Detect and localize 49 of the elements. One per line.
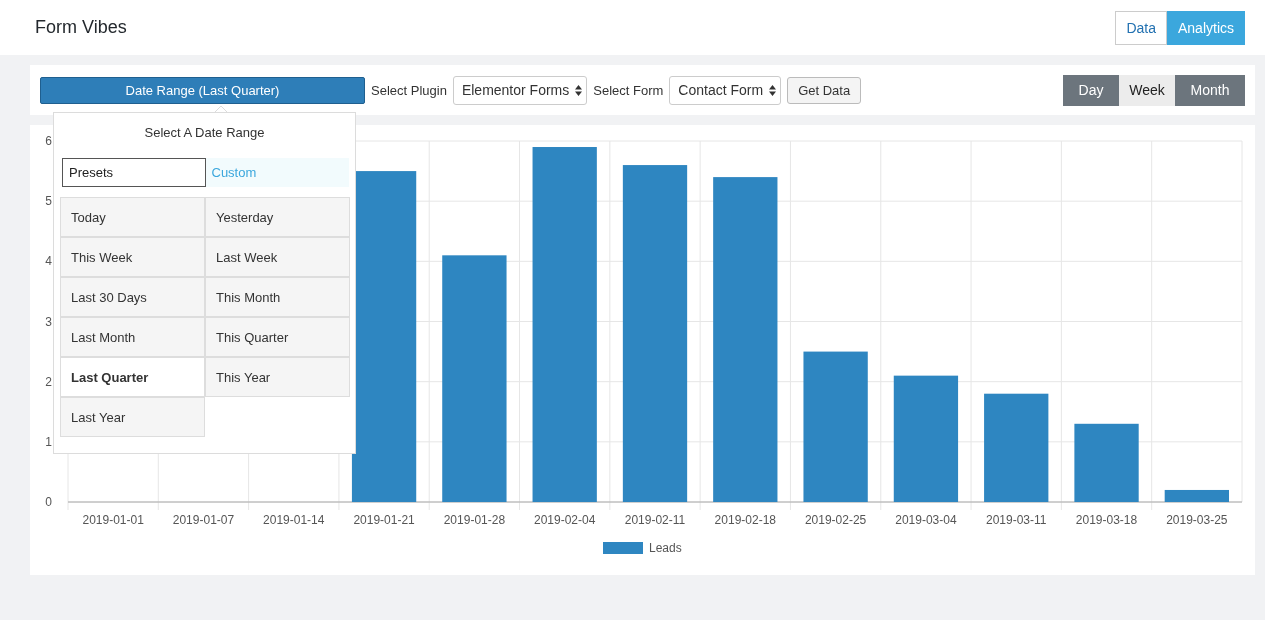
preset-option[interactable]: Yesterday [205, 197, 350, 237]
page-title: Form Vibes [35, 17, 127, 38]
preset-option[interactable]: Last Week [205, 237, 350, 277]
preset-option[interactable]: Last Year [60, 397, 205, 437]
axis-label: 2019-02-18 [714, 513, 776, 527]
axis-label: 2019-03-25 [1166, 513, 1228, 527]
legend-label: Leads [649, 541, 682, 555]
axis-label: 3 [45, 314, 52, 329]
preset-option[interactable]: Last Month [60, 317, 205, 357]
period-tab[interactable]: Week [1119, 74, 1175, 106]
get-data-button[interactable]: Get Data [787, 76, 862, 104]
popup-title: Select A Date Range [143, 125, 266, 140]
view-tab[interactable]: Data [1115, 10, 1167, 45]
preset-option[interactable]: This Week [60, 237, 205, 277]
axis-label: 2019-02-25 [804, 513, 867, 527]
axis-label: 2019-01-01 [82, 513, 144, 527]
select-dropdown[interactable]: Elementor Forms [452, 75, 588, 105]
date-range-button[interactable]: Date Range (Last Quarter) [40, 76, 365, 104]
axis-label: 2019-01-14 [263, 513, 325, 527]
axis-label: 2019-03-04 [895, 513, 957, 527]
axis-label: 2019-03-18 [1075, 513, 1138, 527]
axis-label: 2019-03-11 [986, 513, 1047, 527]
axis-label: 2019-01-21 [353, 513, 415, 527]
chart-bar [1164, 489, 1229, 502]
axis-label: 2019-02-11 [624, 513, 686, 527]
legend-swatch [603, 542, 643, 554]
preset-option[interactable]: This Quarter [205, 317, 350, 357]
axis-label: 2019-01-07 [172, 513, 235, 527]
select-label: Select Plugin [371, 82, 447, 98]
preset-option[interactable]: Today [60, 197, 205, 237]
axis-label: 5 [45, 194, 52, 209]
axis-label: 0 [45, 495, 52, 509]
axis-label: 6 [45, 134, 52, 148]
preset-option[interactable]: This Year [205, 357, 350, 397]
period-tab[interactable]: Day [1063, 74, 1119, 106]
preset-option[interactable]: Last Quarter [60, 357, 205, 397]
axis-label: 4 [45, 254, 52, 269]
preset-option[interactable]: Last 30 Days [60, 277, 205, 317]
select-label: Select Form [593, 82, 664, 98]
select-dropdown[interactable]: Contact Form [669, 75, 782, 105]
sort-arrows-icon [769, 84, 777, 96]
period-tab[interactable]: Month [1175, 74, 1245, 106]
sort-arrows-icon [575, 84, 583, 96]
axis-label: 2019-02-04 [534, 513, 596, 527]
axis-label: 1 [45, 434, 52, 449]
preset-option[interactable]: This Month [205, 277, 350, 317]
axis-label: 2 [45, 374, 52, 389]
axis-label: 2019-01-28 [443, 513, 506, 527]
mode-tab[interactable]: Presets [62, 158, 206, 187]
